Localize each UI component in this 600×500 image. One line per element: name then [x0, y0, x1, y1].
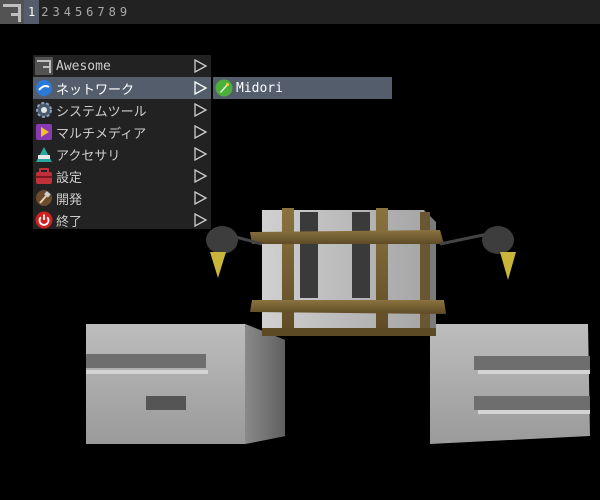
submenu-arrow-icon — [194, 146, 208, 162]
multimedia-icon — [34, 122, 54, 142]
submenu-arrow-icon — [194, 212, 208, 228]
menu-item-label: 設定 — [56, 170, 83, 186]
menu-item-label: アクセサリ — [56, 148, 121, 164]
app-menu: Awesome ネットワーク システムツール マルチメディア アクセサリ 設定 — [32, 54, 212, 230]
menu-item-label: 開発 — [56, 192, 83, 208]
menu-item-label: マルチメディア — [56, 126, 147, 142]
settings-icon — [34, 166, 54, 186]
tag-8[interactable]: 8 — [107, 0, 118, 24]
submenu-arrow-icon — [194, 124, 208, 140]
network-submenu: Midori — [212, 76, 393, 99]
tag-2[interactable]: 2 — [39, 0, 50, 24]
menu-item-development[interactable]: 開発 — [33, 187, 211, 209]
top-wibox: 1 2 3 4 5 6 7 8 9 — [0, 0, 600, 24]
menu-item-multimedia[interactable]: マルチメディア — [33, 121, 211, 143]
submenu-arrow-icon — [194, 80, 208, 96]
tag-5[interactable]: 5 — [73, 0, 84, 24]
menu-item-awesome[interactable]: Awesome — [33, 55, 211, 77]
accessories-icon — [34, 144, 54, 164]
menu-item-label: Awesome — [56, 58, 111, 74]
power-icon — [34, 210, 54, 230]
awesome-icon — [34, 56, 54, 76]
taglist: 1 2 3 4 5 6 7 8 9 — [24, 0, 129, 24]
submenu-arrow-icon — [194, 168, 208, 184]
menu-item-label: システムツール — [56, 104, 147, 120]
menu-item-label: 終了 — [56, 214, 83, 230]
development-icon — [34, 188, 54, 208]
menu-item-accessories[interactable]: アクセサリ — [33, 143, 211, 165]
menu-item-label: ネットワーク — [56, 82, 135, 98]
right-drill — [439, 226, 516, 280]
midori-icon — [214, 78, 234, 98]
tag-6[interactable]: 6 — [84, 0, 95, 24]
system-tools-icon — [34, 100, 54, 120]
tag-7[interactable]: 7 — [95, 0, 106, 24]
tag-1[interactable]: 1 — [24, 0, 40, 24]
tag-3[interactable]: 3 — [50, 0, 61, 24]
submenu-arrow-icon — [194, 190, 208, 206]
awesome-launcher-icon[interactable] — [0, 0, 24, 24]
menu-item-system-tools[interactable]: システムツール — [33, 99, 211, 121]
menu-item-label: Midori — [236, 80, 283, 96]
network-icon — [34, 78, 54, 98]
tag-4[interactable]: 4 — [62, 0, 73, 24]
menu-item-network[interactable]: ネットワーク — [33, 77, 211, 99]
submenu-item-midori[interactable]: Midori — [213, 77, 392, 99]
submenu-arrow-icon — [194, 58, 208, 74]
right-block-letter — [430, 324, 590, 444]
left-block-letter — [86, 324, 285, 444]
tag-9[interactable]: 9 — [118, 0, 129, 24]
submenu-arrow-icon — [194, 102, 208, 118]
menu-item-quit[interactable]: 終了 — [33, 209, 211, 231]
crate — [250, 208, 446, 336]
menu-item-settings[interactable]: 設定 — [33, 165, 211, 187]
